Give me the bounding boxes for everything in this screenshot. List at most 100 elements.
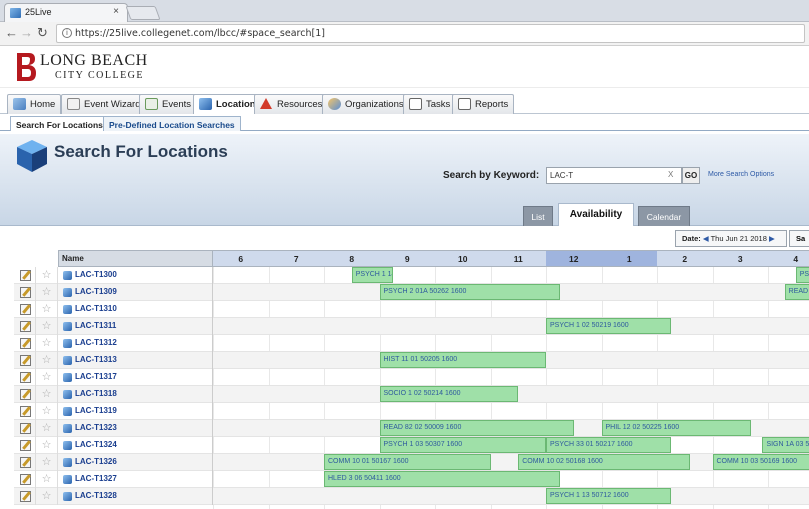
edit-icon[interactable] [20, 355, 31, 366]
favorite-star-icon[interactable]: ☆ [36, 488, 58, 505]
favorite-star-icon[interactable]: ☆ [36, 403, 58, 420]
view-tab-list[interactable]: List [523, 206, 553, 226]
favorite-star-icon[interactable]: ☆ [36, 386, 58, 403]
location-name-link[interactable]: LAC-T1311 [58, 318, 213, 335]
edit-icon[interactable] [20, 287, 31, 298]
location-name-link[interactable]: LAC-T1318 [58, 386, 213, 403]
nav-tab-tasks[interactable]: Tasks [403, 94, 457, 114]
favorite-star-icon[interactable]: ☆ [36, 267, 58, 284]
reservation-block[interactable]: COMM 10 02 50168 1600 [518, 454, 691, 470]
keyword-input[interactable]: LAC-T [546, 167, 682, 184]
reservation-block[interactable]: HIST 11 01 50205 1600 [379, 352, 546, 368]
next-date-icon[interactable]: ▶ [769, 234, 775, 243]
location-icon [63, 475, 72, 484]
nav-tab-home[interactable]: Home [7, 94, 62, 114]
location-name-link[interactable]: LAC-T1328 [58, 488, 213, 505]
reservation-block[interactable]: PSYCH 33 01 50217 1600 [546, 437, 671, 453]
reservation-block[interactable]: COMM 10 03 50169 1600 [712, 454, 809, 470]
reservation-block[interactable]: PSYCH 1 02 50219 1600 [546, 318, 671, 334]
close-tab-icon[interactable]: × [113, 6, 119, 17]
reservation-block[interactable]: PSYCH 1 13 50712 1600 [546, 488, 671, 504]
edit-icon[interactable] [20, 270, 31, 281]
new-tab-button[interactable] [125, 6, 161, 20]
date-selector[interactable]: Date: ◀ Thu Jun 21 2018 ▶ [675, 230, 787, 247]
reservation-block[interactable]: READ 82 02 50009 1600 [379, 420, 574, 436]
nav-tab-label: Events [162, 99, 192, 110]
nav-tab-event-wizard[interactable]: Event Wizard [61, 94, 147, 114]
nav-tab-reports[interactable]: Reports [452, 94, 515, 114]
edit-icon[interactable] [20, 491, 31, 502]
location-name-link[interactable]: LAC-T1310 [58, 301, 213, 318]
name-column-header[interactable]: Name [58, 250, 213, 267]
reservation-block[interactable]: COMM 10 01 50167 1600 [324, 454, 491, 470]
subtab-predefined-searches[interactable]: Pre-Defined Location Searches [103, 116, 241, 131]
location-name-link[interactable]: LAC-T1323 [58, 420, 213, 437]
reservation-block[interactable]: PSYCH 1 14 50752 [351, 267, 394, 283]
location-icon [63, 441, 72, 450]
view-tab-calendar[interactable]: Calendar [638, 206, 690, 226]
edit-cell [14, 420, 36, 437]
location-name: LAC-T1313 [75, 355, 117, 364]
edit-icon[interactable] [20, 372, 31, 383]
location-name-link[interactable]: LAC-T1300 [58, 267, 213, 284]
wizard-icon [67, 98, 80, 110]
reservation-block[interactable]: PSYCH 2 01A 50262 1600 [379, 284, 560, 300]
location-icon [63, 271, 72, 280]
favorite-star-icon[interactable]: ☆ [36, 284, 58, 301]
reservation-block[interactable]: HLED 3 06 50411 1600 [324, 471, 560, 487]
edit-icon[interactable] [20, 321, 31, 332]
forward-icon[interactable]: → [20, 25, 33, 40]
browser-tab[interactable]: 25Live × [4, 3, 128, 22]
favorite-star-icon[interactable]: ☆ [36, 318, 58, 335]
info-icon[interactable]: i [62, 28, 72, 38]
location-name-link[interactable]: LAC-T1313 [58, 352, 213, 369]
edit-icon[interactable] [20, 423, 31, 434]
favorite-star-icon[interactable]: ☆ [36, 420, 58, 437]
subtab-search-for-locations[interactable]: Search For Locations [10, 116, 109, 131]
search-panel: Search For Locations Search by Keyword: … [0, 134, 809, 227]
back-icon[interactable]: ← [5, 25, 18, 40]
edit-icon[interactable] [20, 389, 31, 400]
edit-icon[interactable] [20, 457, 31, 468]
location-icon [63, 339, 72, 348]
edit-icon[interactable] [20, 338, 31, 349]
edit-icon[interactable] [20, 474, 31, 485]
location-name-link[interactable]: LAC-T1326 [58, 454, 213, 471]
nav-tab-resources[interactable]: Resources [254, 94, 329, 114]
more-search-options-link[interactable]: More Search Options [708, 171, 774, 178]
edit-icon[interactable] [20, 440, 31, 451]
reservation-block[interactable]: READ 82 0 [784, 284, 809, 300]
favorite-star-icon[interactable]: ☆ [36, 471, 58, 488]
reservation-block[interactable]: PHIL 12 02 50225 1600 [601, 420, 752, 436]
nav-tab-events[interactable]: Events [139, 94, 198, 114]
reservation-block[interactable]: PSYCH 1 [795, 267, 809, 283]
location-name-link[interactable]: LAC-T1317 [58, 369, 213, 386]
clear-keyword-button[interactable]: X [668, 170, 673, 179]
favorite-star-icon[interactable]: ☆ [36, 369, 58, 386]
favorite-star-icon[interactable]: ☆ [36, 352, 58, 369]
reservation-block[interactable]: SIGN 1A 03 50294 1600 [762, 437, 809, 453]
edit-icon[interactable] [20, 304, 31, 315]
location-name-link[interactable]: LAC-T1312 [58, 335, 213, 352]
edit-icon[interactable] [20, 406, 31, 417]
view-tab-availability[interactable]: Availability [558, 203, 634, 227]
favorite-star-icon[interactable]: ☆ [36, 437, 58, 454]
favorite-star-icon[interactable]: ☆ [36, 335, 58, 352]
favorite-star-icon[interactable]: ☆ [36, 301, 58, 318]
date-label: Date: [682, 234, 701, 243]
location-name-link[interactable]: LAC-T1324 [58, 437, 213, 454]
address-bar[interactable]: i https://25live.collegenet.com/lbcc/#sp… [56, 24, 805, 43]
next-date-box[interactable]: Sa [789, 230, 809, 247]
go-button[interactable]: GO [682, 167, 700, 184]
location-name-link[interactable]: LAC-T1319 [58, 403, 213, 420]
favorite-star-icon[interactable]: ☆ [36, 454, 58, 471]
prev-date-icon[interactable]: ◀ [703, 234, 709, 243]
reservation-block[interactable]: PSYCH 1 03 50307 1600 [379, 437, 546, 453]
reload-icon[interactable]: ↻ [37, 25, 48, 41]
reservation-block[interactable]: SOCIO 1 02 50214 1600 [379, 386, 519, 402]
browser-tab-title: 25Live [25, 7, 52, 17]
location-name-link[interactable]: LAC-T1327 [58, 471, 213, 488]
nav-tab-organizations[interactable]: Organizations [322, 94, 410, 114]
location-name-link[interactable]: LAC-T1309 [58, 284, 213, 301]
hour-header: 7 [268, 250, 325, 267]
